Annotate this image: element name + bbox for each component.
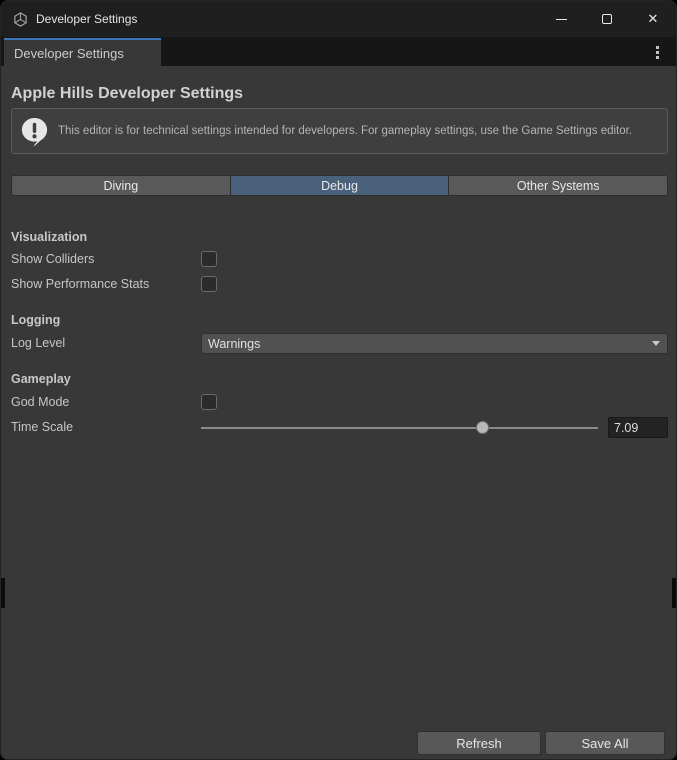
god-mode-checkbox[interactable] bbox=[201, 394, 217, 410]
page-title: Apple Hills Developer Settings bbox=[11, 85, 243, 103]
tab-developer-settings[interactable]: Developer Settings bbox=[4, 38, 161, 66]
section-gameplay-title: Gameplay bbox=[11, 372, 71, 386]
developer-settings-window: Developer Settings ✕ Developer Settings … bbox=[0, 0, 677, 760]
time-scale-slider[interactable] bbox=[201, 420, 598, 435]
info-exclamation-icon bbox=[19, 116, 50, 147]
god-mode-label: God Mode bbox=[11, 395, 69, 409]
chevron-down-icon bbox=[652, 341, 660, 346]
background-edge-left bbox=[1, 578, 5, 608]
refresh-button[interactable]: Refresh bbox=[417, 731, 541, 755]
log-level-label: Log Level bbox=[11, 336, 65, 350]
tab-menu-button[interactable] bbox=[650, 44, 664, 60]
save-all-button[interactable]: Save All bbox=[545, 731, 665, 755]
log-level-dropdown[interactable]: Warnings bbox=[201, 333, 668, 354]
time-scale-label: Time Scale bbox=[11, 420, 73, 434]
maximize-icon bbox=[602, 14, 612, 24]
category-tab-bar: Diving Debug Other Systems bbox=[11, 175, 668, 196]
kebab-menu-icon bbox=[656, 46, 659, 49]
unity-app-icon bbox=[13, 12, 28, 27]
editor-tab-strip: Developer Settings bbox=[1, 37, 676, 66]
info-helpbox: This editor is for technical settings in… bbox=[11, 108, 668, 154]
minimize-button[interactable] bbox=[538, 1, 584, 37]
close-icon: ✕ bbox=[648, 11, 659, 27]
time-scale-slider-track[interactable] bbox=[201, 427, 598, 429]
time-scale-value-field[interactable]: 7.09 bbox=[608, 417, 668, 438]
tab-other-systems[interactable]: Other Systems bbox=[449, 176, 667, 195]
show-performance-stats-label: Show Performance Stats bbox=[11, 277, 149, 291]
window-title: Developer Settings bbox=[36, 12, 137, 26]
show-colliders-checkbox[interactable] bbox=[201, 251, 217, 267]
show-colliders-label: Show Colliders bbox=[11, 252, 94, 266]
section-logging-title: Logging bbox=[11, 313, 60, 327]
tab-diving[interactable]: Diving bbox=[12, 176, 231, 195]
minimize-icon bbox=[556, 19, 567, 20]
tab-debug[interactable]: Debug bbox=[231, 176, 450, 195]
info-helpbox-text: This editor is for technical settings in… bbox=[58, 124, 632, 138]
background-edge-right bbox=[672, 578, 676, 608]
maximize-button[interactable] bbox=[584, 1, 630, 37]
titlebar[interactable]: Developer Settings ✕ bbox=[1, 1, 676, 37]
show-performance-stats-checkbox[interactable] bbox=[201, 276, 217, 292]
tab-label: Developer Settings bbox=[14, 46, 124, 61]
log-level-value: Warnings bbox=[208, 337, 652, 351]
time-scale-slider-thumb[interactable] bbox=[476, 421, 489, 434]
section-visualization-title: Visualization bbox=[11, 230, 87, 244]
close-button[interactable]: ✕ bbox=[630, 1, 676, 37]
